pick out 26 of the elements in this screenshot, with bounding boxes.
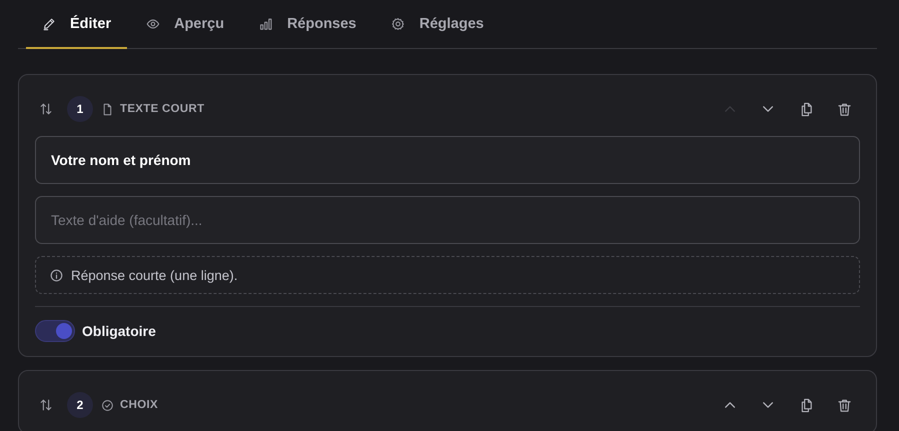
tab[interactable]: Réglages xyxy=(375,0,500,49)
required-toggle[interactable] xyxy=(35,320,75,342)
trash-icon xyxy=(836,398,852,412)
info-icon xyxy=(50,268,63,282)
copy-icon xyxy=(798,102,814,116)
question-title-field[interactable]: Votre nom et prénom xyxy=(35,136,860,184)
question-type-label: CHOIX xyxy=(120,399,158,411)
answer-type-note: Réponse courte (une ligne). xyxy=(71,268,238,282)
copy-icon xyxy=(798,398,814,412)
help-text-field[interactable]: Texte d'aide (facultatif)... xyxy=(35,196,860,244)
trash-icon xyxy=(836,102,852,116)
required-label: Obligatoire xyxy=(82,323,156,339)
question-number-badge: 1 xyxy=(67,96,93,122)
document-icon xyxy=(101,102,114,116)
pencil-icon xyxy=(42,16,56,30)
bar-chart-icon xyxy=(259,16,274,30)
reorder-icon[interactable] xyxy=(39,398,53,412)
check-circle-icon xyxy=(101,398,114,412)
settings-icon xyxy=(391,16,406,30)
eye-icon xyxy=(146,16,160,30)
question-number-badge: 2 xyxy=(67,392,93,418)
reorder-icon[interactable] xyxy=(39,102,53,116)
question-type-label: TEXTE COURT xyxy=(120,103,204,115)
tab[interactable]: Éditer xyxy=(26,0,128,49)
tab[interactable]: Réponses xyxy=(243,0,372,49)
tab[interactable]: Aperçu xyxy=(130,0,240,49)
